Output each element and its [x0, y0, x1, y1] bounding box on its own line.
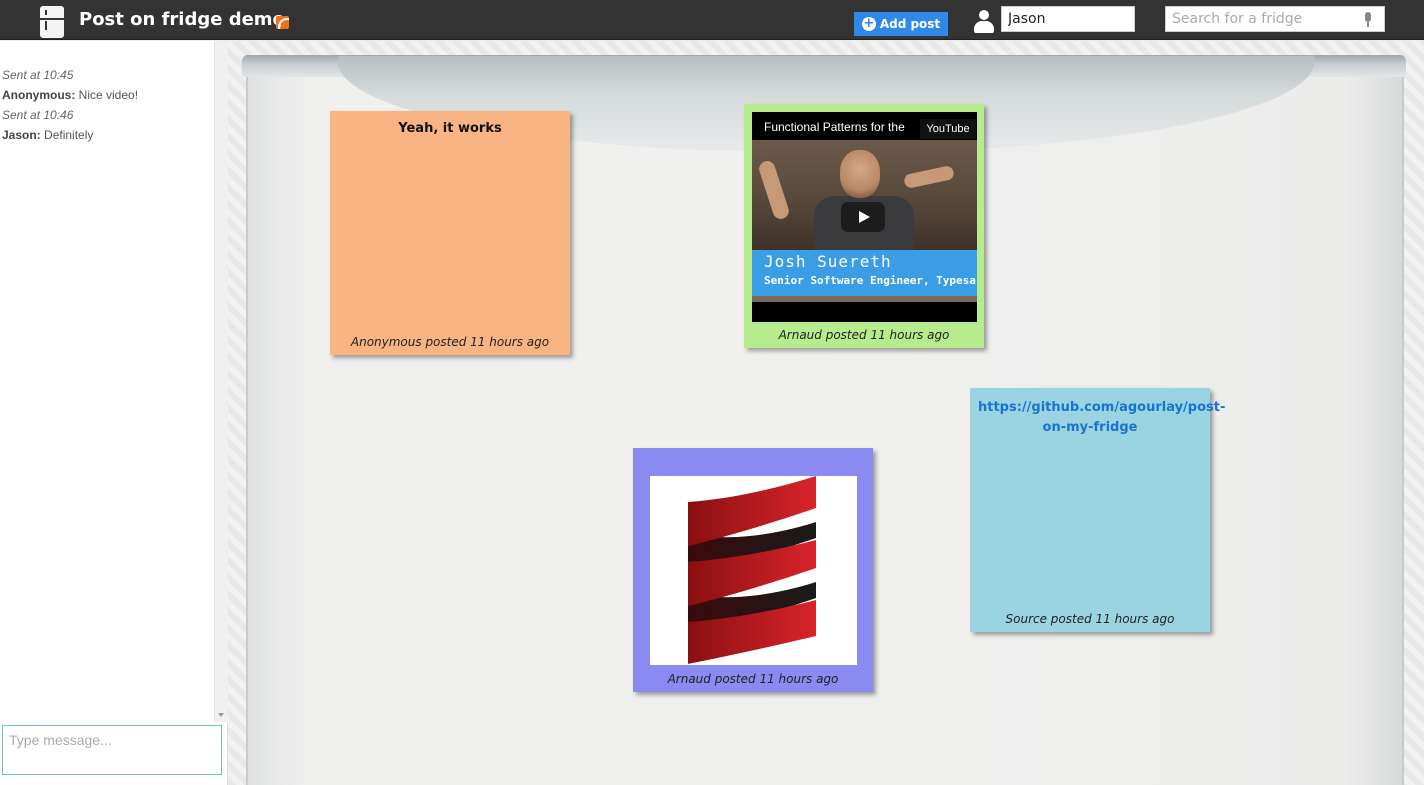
top-bar: Post on fridge demo + Add post [0, 0, 1424, 40]
video-speaker-role: Senior Software Engineer, Typesa [764, 274, 976, 287]
microphone-icon[interactable] [1364, 12, 1372, 27]
rss-icon[interactable] [276, 16, 289, 29]
note-footer: Anonymous posted 11 hours ago [350, 335, 550, 349]
speaker-arm [757, 158, 791, 222]
video-bottom-strip [752, 296, 977, 302]
youtube-badge[interactable]: YouTube [920, 119, 976, 139]
chat-scrollbar[interactable] [214, 41, 228, 722]
fridge-icon [40, 6, 64, 38]
username-input[interactable] [1001, 6, 1135, 32]
play-icon[interactable] [841, 202, 885, 232]
chat-message-input[interactable] [2, 725, 222, 775]
scala-logo-image [650, 476, 857, 665]
add-post-button[interactable]: + Add post [854, 12, 948, 36]
scala-logo-icon [688, 476, 816, 664]
add-post-label: Add post [879, 17, 941, 31]
fridge-search-input[interactable] [1165, 6, 1385, 32]
chat-message: Anonymous: Nice video! [2, 85, 212, 105]
note-footer: Arnaud posted 11 hours ago [778, 328, 950, 342]
chat-text: Definitely [40, 128, 94, 142]
note-footer: Arnaud posted 11 hours ago [667, 672, 839, 686]
chat-author: Anonymous: [2, 88, 76, 102]
chat-panel: Sent at 10:45 Anonymous: Nice video! Sen… [0, 41, 228, 785]
post-note-image[interactable]: Arnaud posted 11 hours ago [633, 448, 873, 692]
chat-log: Sent at 10:45 Anonymous: Nice video! Sen… [2, 65, 212, 145]
chat-author: Jason: [2, 128, 41, 142]
scroll-down-arrow-icon[interactable] [218, 713, 224, 717]
post-note-video[interactable]: Functional Patterns for the YouTube Josh… [744, 104, 984, 348]
video-player[interactable]: Functional Patterns for the YouTube Josh… [752, 112, 977, 322]
chat-message: Jason: Definitely [2, 125, 212, 145]
post-note-text[interactable]: Yeah, it works Anonymous posted 11 hours… [330, 111, 570, 355]
video-title[interactable]: Functional Patterns for the [764, 120, 905, 134]
chat-timestamp: Sent at 10:45 [2, 68, 74, 82]
video-speaker-name: Josh Suereth [764, 252, 892, 271]
speaker-head [840, 150, 880, 198]
note-title: Yeah, it works [398, 121, 502, 136]
plus-circle-icon: + [861, 16, 876, 31]
chat-timestamp: Sent at 10:46 [2, 108, 74, 122]
note-link[interactable]: https://github.com/agourlay/post-on-my-f… [978, 398, 1225, 438]
speaker-arm [903, 164, 955, 190]
user-icon [974, 10, 994, 34]
chat-text: Nice video! [75, 88, 139, 102]
note-footer: Source posted 11 hours ago [1005, 612, 1175, 626]
video-thumbnail [752, 140, 977, 256]
post-note-link[interactable]: https://github.com/agourlay/post-on-my-f… [970, 388, 1225, 632]
app-title: Post on fridge demo [79, 9, 285, 30]
